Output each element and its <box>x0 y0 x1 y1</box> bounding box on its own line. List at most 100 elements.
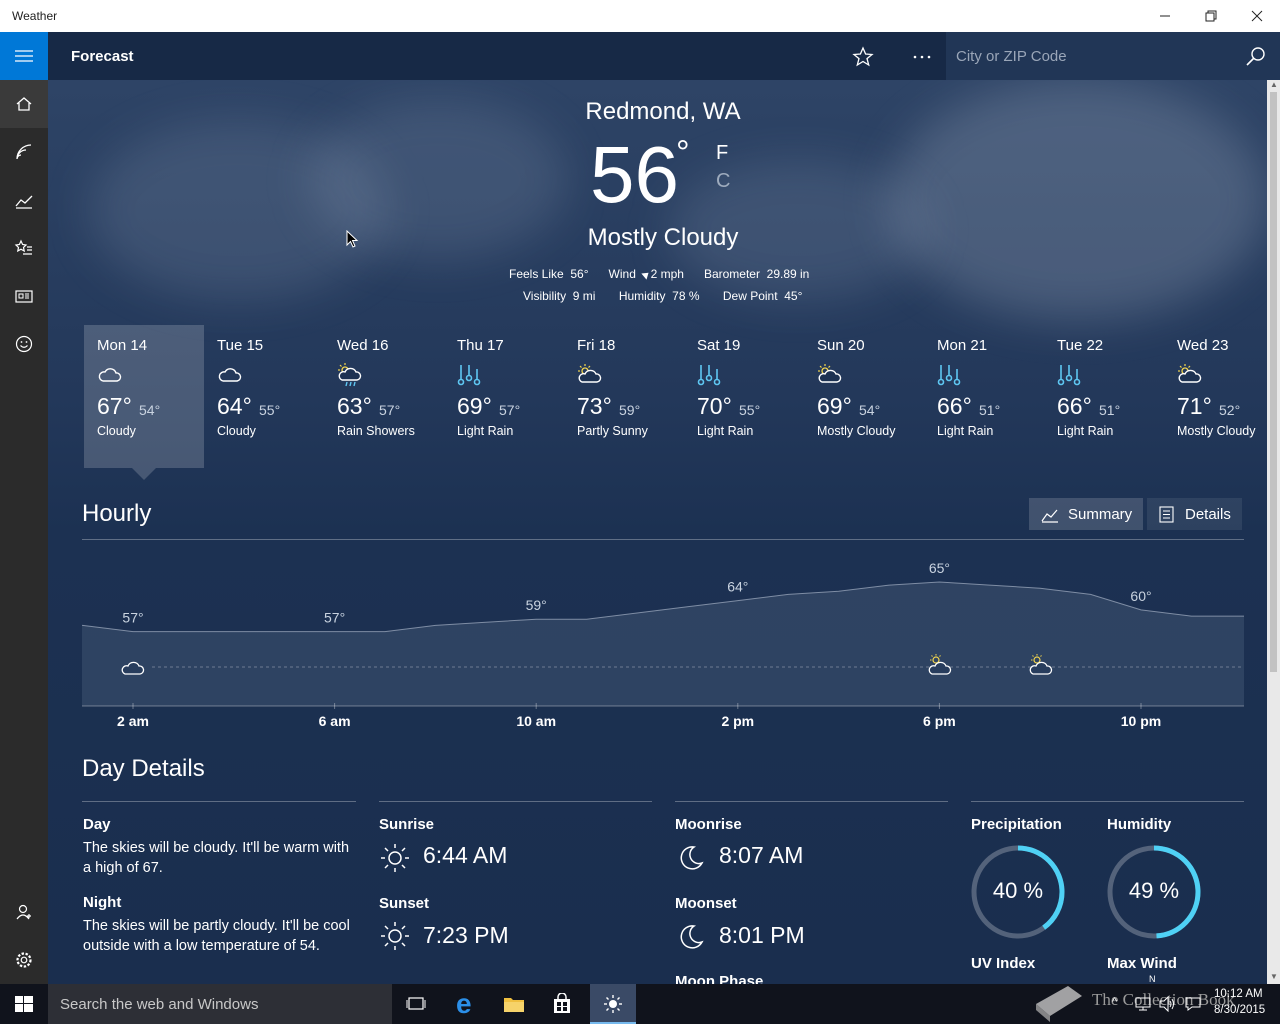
forecast-high: 69° <box>817 393 852 419</box>
network-icon[interactable] <box>1134 996 1154 1012</box>
settings-button[interactable] <box>0 936 48 984</box>
chart-icon <box>15 195 33 209</box>
nav-news[interactable] <box>0 272 48 320</box>
action-center-icon[interactable] <box>1184 996 1202 1012</box>
forecast-day[interactable]: Mon 21 66° 51° Light Rain <box>924 325 1044 468</box>
nav-life[interactable] <box>0 320 48 368</box>
hourly-heading: Hourly <box>82 500 152 527</box>
store-taskbar-button[interactable] <box>542 984 582 1024</box>
hourly-time-label: 10 am <box>516 713 556 729</box>
forecast-day[interactable]: Thu 17 69° 57° Light Rain <box>444 325 564 468</box>
scrollbar-thumb[interactable] <box>1270 92 1277 672</box>
rain-showers-icon <box>338 363 362 387</box>
forecast-low: 57° <box>379 402 401 418</box>
account-button[interactable] <box>0 888 48 936</box>
forecast-high: 73° <box>577 393 612 419</box>
moonset-time: 8:01 PM <box>719 922 805 948</box>
forecast-condition: Mostly Cloudy <box>817 424 896 438</box>
clock-date[interactable]: 8/30/2015 <box>1214 1004 1265 1016</box>
forecast-low: 51° <box>979 402 1001 418</box>
watermark-book-logo <box>1036 986 1082 1022</box>
forecast-high: 67° <box>97 393 132 419</box>
moonrise-time: 8:07 AM <box>719 842 804 868</box>
hourly-temp-label: 64° <box>727 579 748 595</box>
forecast-day[interactable]: Wed 16 63° 57° Rain Showers <box>324 325 444 468</box>
taskbar-search-placeholder: Search the web and Windows <box>60 996 259 1013</box>
task-view-button[interactable] <box>396 984 436 1024</box>
favorites-list-icon <box>14 239 32 255</box>
feels-like-value: 56° <box>570 267 589 281</box>
nav-forecast[interactable] <box>0 80 48 128</box>
dew-point-value: 45° <box>784 289 803 303</box>
start-button[interactable] <box>0 984 48 1024</box>
volume-icon[interactable] <box>1158 996 1176 1012</box>
summary-button[interactable]: Summary <box>1029 498 1143 530</box>
mouse-cursor-icon <box>346 230 359 248</box>
humidity-label: Humidity <box>618 289 666 303</box>
taskbar: Search the web and Windows e The Collect… <box>0 984 1280 1024</box>
wind-value: 2 mph <box>650 267 684 281</box>
forecast-condition: Cloudy <box>217 424 256 438</box>
scroll-down-icon[interactable]: ▼ <box>1270 972 1278 982</box>
forecast-day[interactable]: Mon 14 67° 54° Cloudy <box>84 325 204 468</box>
forecast-condition: Cloudy <box>97 424 136 438</box>
sunset-time: 7:23 PM <box>423 922 509 948</box>
file-explorer-taskbar-button[interactable] <box>494 984 534 1024</box>
search-icon <box>1246 47 1265 66</box>
hamburger-menu-button[interactable] <box>0 32 48 80</box>
news-icon <box>15 290 33 303</box>
favorite-button[interactable] <box>852 46 874 73</box>
details-button[interactable]: Details <box>1147 498 1242 530</box>
taskbar-search-box[interactable]: Search the web and Windows <box>48 984 392 1024</box>
more-options-button[interactable] <box>910 46 934 68</box>
unit-fahrenheit-toggle[interactable]: F <box>716 142 728 165</box>
hourly-temp-label: 60° <box>1130 588 1151 604</box>
humidity-detail-value: 49 % <box>1128 878 1180 903</box>
search-input[interactable] <box>956 42 1236 70</box>
person-icon <box>16 904 31 920</box>
divider <box>971 801 1244 802</box>
forecast-day[interactable]: Tue 15 64° 55° Cloudy <box>204 325 324 468</box>
line-chart-icon <box>1041 509 1058 523</box>
ellipsis-icon <box>913 55 931 59</box>
search-button[interactable] <box>1244 45 1268 74</box>
forecast-low: 55° <box>259 402 281 418</box>
weather-taskbar-button[interactable] <box>590 984 636 1024</box>
unit-celsius-toggle[interactable]: C <box>716 170 730 193</box>
light-rain-icon <box>697 365 721 386</box>
feels-like-label: Feels Like <box>509 267 564 281</box>
hourly-temp-label: 57° <box>324 610 345 626</box>
star-icon <box>852 46 874 67</box>
forecast-day[interactable]: Tue 22 66° 51° Light Rain <box>1044 325 1164 468</box>
forecast-day[interactable]: Wed 23 71° 52° Mostly Cloudy <box>1164 325 1267 468</box>
forecast-low: 51° <box>1099 402 1121 418</box>
edge-taskbar-button[interactable]: e <box>446 984 486 1024</box>
vertical-scrollbar[interactable]: ▲ ▼ <box>1267 80 1280 984</box>
forecast-high: 69° <box>457 393 492 419</box>
forecast-day-label: Tue 15 <box>217 337 264 354</box>
forecast-day-label: Thu 17 <box>457 337 504 354</box>
store-bag-icon <box>554 993 570 1013</box>
edge-icon: e <box>456 988 472 1019</box>
close-button[interactable] <box>1234 0 1280 32</box>
nav-historical[interactable] <box>0 176 48 224</box>
hourly-time-label: 10 pm <box>1121 713 1161 729</box>
forecast-condition: Light Rain <box>697 424 754 438</box>
nav-places[interactable] <box>0 224 48 272</box>
forecast-day[interactable]: Fri 18 73° 59° Partly Sunny <box>564 325 684 468</box>
minimize-button[interactable] <box>1142 0 1188 32</box>
show-hidden-icons-button[interactable]: ^ <box>1112 996 1117 1008</box>
forecast-high: 64° <box>217 393 252 419</box>
hourly-time-label: 2 pm <box>721 713 754 729</box>
clock-time[interactable]: 10:12 AM <box>1214 988 1263 1000</box>
hourly-temp-label: 59° <box>526 597 547 613</box>
current-condition: Mostly Cloudy <box>587 224 739 251</box>
forecast-day[interactable]: Sun 20 69° 54° Mostly Cloudy <box>804 325 924 468</box>
restore-button[interactable] <box>1188 0 1234 32</box>
task-view-icon <box>406 997 426 1010</box>
forecast-day[interactable]: Sat 19 70° 55° Light Rain <box>684 325 804 468</box>
nav-maps[interactable] <box>0 128 48 176</box>
scroll-up-icon[interactable]: ▲ <box>1270 80 1278 90</box>
forecast-day-label: Sat 19 <box>697 337 741 354</box>
forecast-day-label: Fri 18 <box>577 337 616 354</box>
